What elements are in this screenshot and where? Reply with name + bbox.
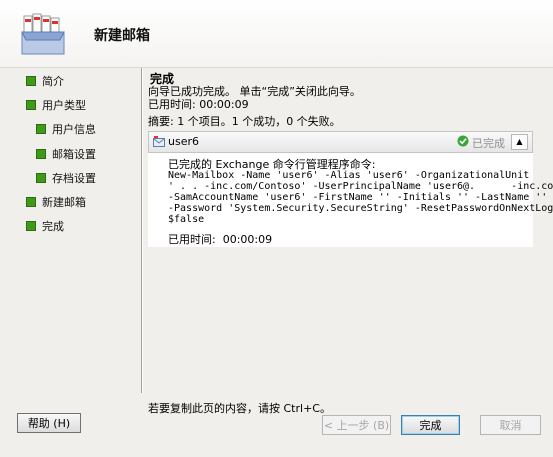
- command-line: ' . . -inc.com/Contoso' -UserPrincipalNa…: [168, 181, 553, 192]
- command-line: -Password 'System.Security.SecureString'…: [168, 203, 553, 214]
- task-status: 已完成: [472, 137, 505, 150]
- step-done-icon: [36, 173, 46, 183]
- nav-item-user-info: 用户信息: [36, 121, 96, 137]
- task-header: user6 已完成 ▲: [148, 131, 533, 153]
- step-done-icon: [26, 221, 36, 231]
- finish-button[interactable]: 完成: [401, 415, 460, 435]
- nav-item-label: 新建邮箱: [42, 196, 86, 209]
- command-line: $false: [168, 214, 205, 225]
- nav-item-user-type: 用户类型: [26, 97, 86, 113]
- help-button[interactable]: 帮助 (H): [17, 413, 81, 433]
- nav-item-new-mailbox: 新建邮箱: [26, 194, 86, 210]
- nav-item-label: 邮箱设置: [52, 148, 96, 161]
- mailbox-icon: [18, 10, 68, 58]
- wizard-title: 新建邮箱: [94, 28, 150, 44]
- nav-item-archive-settings: 存档设置: [36, 170, 96, 186]
- task-details: 已完成的 Exchange 命令行管理程序命令: New-Mailbox -Na…: [148, 153, 553, 247]
- step-done-icon: [26, 76, 36, 86]
- nav-item-intro: 简介: [26, 73, 64, 89]
- elapsed-time: 已用时间: 00:00:09: [148, 98, 249, 111]
- nav-item-completion: 完成: [26, 218, 64, 234]
- step-done-icon: [36, 149, 46, 159]
- collapse-up-icon[interactable]: ▲: [511, 134, 528, 150]
- copy-hint: 若要复制此页的内容，请按 Ctrl+C。: [148, 402, 331, 415]
- command-line: -SamAccountName 'user6' -FirstName '' -I…: [168, 192, 548, 203]
- task-name: user6: [168, 135, 199, 148]
- step-done-icon: [36, 124, 46, 134]
- back-button[interactable]: < 上一步 (B): [322, 415, 391, 435]
- nav-item-label: 存档设置: [52, 172, 96, 185]
- nav-item-mailbox-settings: 邮箱设置: [36, 146, 96, 162]
- step-done-icon: [26, 197, 36, 207]
- summary-text: 摘要: 1 个项目。1 个成功，0 个失败。: [148, 115, 341, 128]
- wizard-header: 新建邮箱: [0, 0, 553, 68]
- nav-item-label: 用户类型: [42, 99, 86, 112]
- nav-item-label: 简介: [42, 75, 64, 88]
- task-elapsed-time: 已用时间: 00:00:09: [168, 233, 273, 246]
- check-circle-icon: [457, 135, 469, 147]
- mailbox-user-icon: [153, 136, 165, 147]
- step-done-icon: [26, 100, 36, 110]
- nav-item-label: 完成: [42, 220, 64, 233]
- nav-divider-highlight: [142, 68, 143, 393]
- cancel-button[interactable]: 取消: [480, 415, 541, 435]
- nav-item-label: 用户信息: [52, 123, 96, 136]
- command-line: New-Mailbox -Name 'user6' -Alias 'user6'…: [168, 170, 530, 181]
- wizard-nav: 简介 用户类型 用户信息 邮箱设置 存档设置 新建邮箱 完成: [0, 68, 142, 393]
